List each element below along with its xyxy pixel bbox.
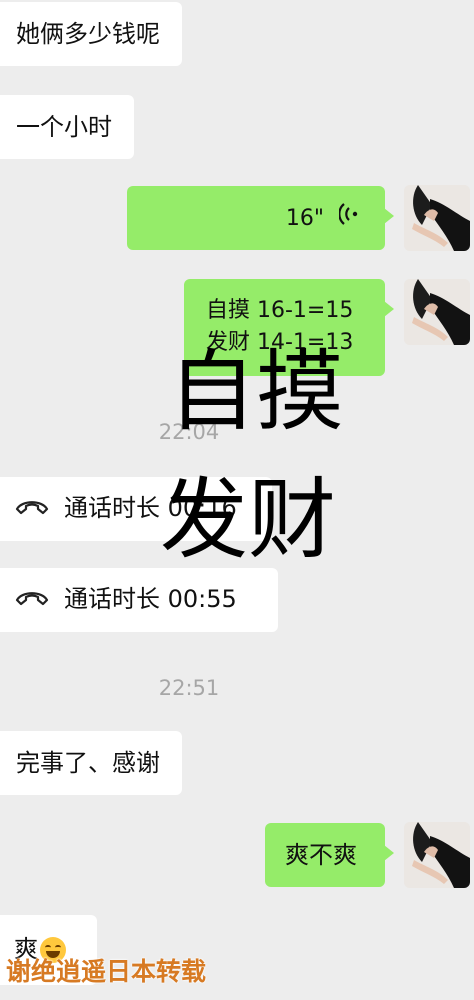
chat-area: 她俩多少钱呢 一个小时 16" 自摸 16-1=15 发财 14-1=13 22… [0,0,474,1000]
user-avatar[interactable] [404,279,470,345]
message-text: 她俩多少钱呢 [16,20,160,48]
voice-message-bubble[interactable]: 16" [127,186,394,250]
voice-duration: 16" [285,206,324,231]
call-record-bubble[interactable]: 通话时长 00:55 [0,568,278,632]
phone-handset-icon [14,493,50,525]
message-text: 爽不爽 [285,841,357,869]
message-text-line-1: 自摸 16-1=15 [206,298,354,323]
message-bubble-outgoing[interactable]: 爽不爽 [265,823,394,887]
voice-wave-icon [338,202,359,236]
user-avatar[interactable] [404,185,470,251]
message-text: 完事了、感谢 [16,749,160,777]
overlay-text-facai: 发财 [160,468,337,571]
call-duration-text: 通话时长 00:55 [64,585,237,613]
message-text: 一个小时 [16,113,112,141]
watermark-text: 谢绝逍遥日本转载 [6,957,207,986]
user-avatar[interactable] [404,822,470,888]
overlay-text-zimo: 自摸 [168,340,345,443]
phone-handset-icon [14,584,50,616]
message-bubble-incoming[interactable]: 一个小时 [0,95,134,159]
message-bubble-incoming[interactable]: 完事了、感谢 [0,731,182,795]
timestamp: 22:51 [158,676,220,700]
message-bubble-incoming[interactable]: 她俩多少钱呢 [0,2,182,66]
